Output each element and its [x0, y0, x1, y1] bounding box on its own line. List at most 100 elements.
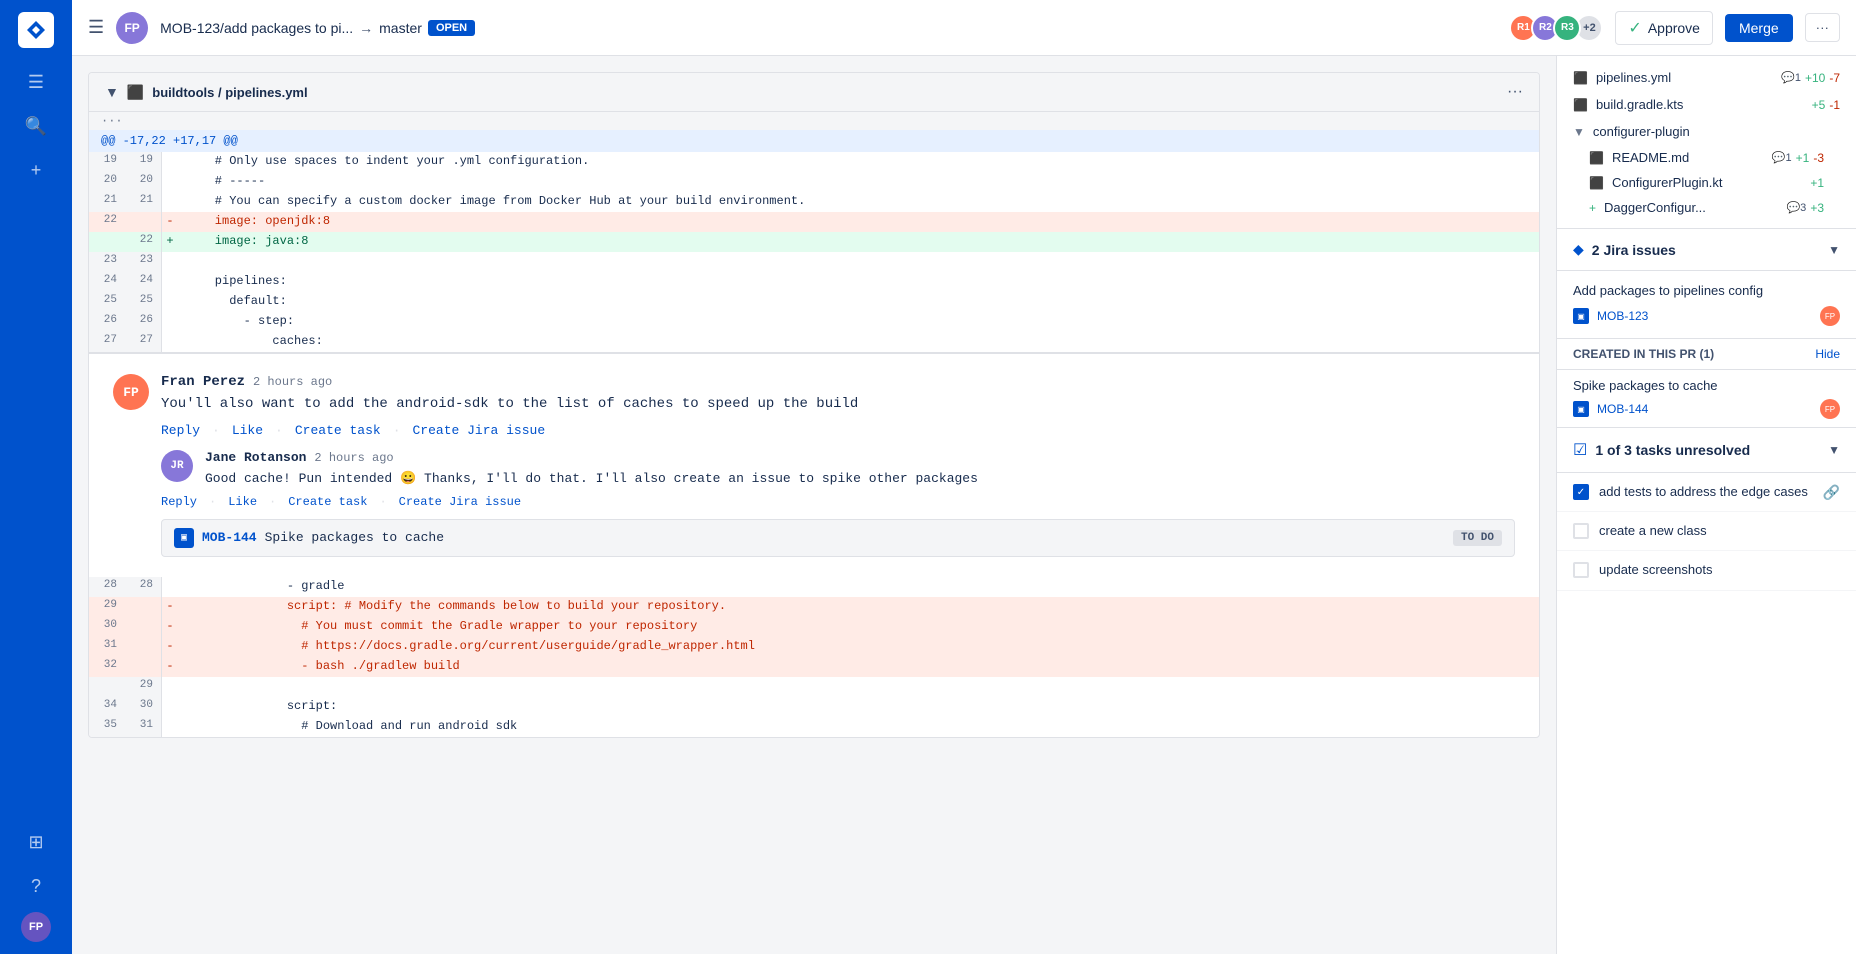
diff-line-content: script: # Modify the commands below to b… [178, 597, 1539, 617]
app-logo[interactable] [18, 12, 54, 48]
comment-text: You'll also want to add the android-sdk … [161, 394, 1515, 415]
diff-panel: ▼ ⬛ buildtools / pipelines.yml ··· ··· @… [72, 56, 1556, 954]
diff-line-content: # You must commit the Gradle wrapper to … [178, 617, 1539, 637]
menu-icon[interactable]: ☰ [18, 64, 54, 100]
reply-time: 2 hours ago [314, 451, 393, 465]
more-actions-button[interactable]: ··· [1805, 13, 1840, 42]
created-issue-row: ▣ MOB-144 FP [1573, 399, 1840, 419]
file-comment-count: 💬1 [1772, 151, 1792, 164]
subfile-item[interactable]: ⬛ README.md 💬1 +1 -3 [1557, 145, 1856, 170]
diff-line-removed: 22 - image: openjdk:8 [89, 212, 1539, 232]
comment-reply-action[interactable]: Reply [161, 423, 200, 438]
reviewer-avatar[interactable]: R3 [1553, 14, 1581, 42]
create-icon[interactable]: + [18, 152, 54, 188]
reply-body: Jane Rotanson 2 hours ago Good cache! Pu… [205, 450, 1515, 489]
diff-line-content: - gradle [178, 577, 1539, 597]
separator: · [209, 495, 216, 509]
file-path: buildtools / pipelines.yml [152, 85, 307, 100]
file-modified-icon: ⬛ [1573, 71, 1588, 85]
comment-create-jira-action[interactable]: Create Jira issue [413, 423, 546, 438]
approve-check-icon: ✓ [1628, 18, 1641, 38]
task-checkbox-3[interactable] [1573, 562, 1589, 578]
hide-link[interactable]: Hide [1815, 347, 1840, 361]
approve-button[interactable]: ✓ Approve [1615, 11, 1713, 45]
reviewer-avatars: R1 R2 R3 +2 [1509, 14, 1603, 42]
pr-source-branch[interactable]: MOB-123/add packages to pi... [160, 20, 353, 36]
diff-removed-marker: - [162, 212, 178, 232]
file-list-item[interactable]: ⬛ pipelines.yml 💬1 +10 -7 [1557, 64, 1856, 91]
reply-create-jira-action[interactable]: Create Jira issue [399, 495, 521, 509]
user-avatar[interactable]: FP [21, 912, 51, 942]
file-stats: +5 -1 [1812, 98, 1840, 112]
file-modified-icon: ⬛ [127, 84, 144, 101]
reply-create-task-action[interactable]: Create task [288, 495, 367, 509]
created-in-pr-header: CREATED IN THIS PR (1) Hide [1557, 339, 1856, 370]
diff-removed-marker: - [162, 657, 178, 677]
diff-line-content: caches: [178, 332, 1539, 352]
comment-main: FP Fran Perez 2 hours ago You'll also wa… [113, 374, 1515, 415]
search-icon[interactable]: 🔍 [18, 108, 54, 144]
task-link-icon[interactable]: 🔗 [1823, 484, 1840, 501]
collapse-icon[interactable]: ▼ [105, 84, 119, 100]
jira-created-issue-avatar: FP [1820, 399, 1840, 419]
task-checkbox-2[interactable] [1573, 523, 1589, 539]
diff-line: 1919 # Only use spaces to indent your .y… [89, 152, 1539, 172]
jira-issue-id[interactable]: MOB-123 [1597, 309, 1648, 323]
diff-line-content: pipelines: [178, 272, 1539, 292]
file-more-icon[interactable]: ··· [1507, 83, 1523, 101]
folder-item[interactable]: ▼ configurer-plugin [1557, 118, 1856, 145]
jira-issue-icon: ▣ [1573, 308, 1589, 324]
separator: · [212, 423, 220, 438]
tasks-section-header[interactable]: ☑ 1 of 3 tasks unresolved ▼ [1557, 428, 1856, 473]
help-icon[interactable]: ? [18, 868, 54, 904]
diff-file-header: ▼ ⬛ buildtools / pipelines.yml ··· [89, 73, 1539, 112]
comment-like-action[interactable]: Like [232, 423, 263, 438]
diff-line-content [178, 252, 1539, 272]
file-stats: 💬1 +10 -7 [1781, 71, 1840, 85]
jira-task-status: TO DO [1453, 530, 1502, 546]
file-name: pipelines.yml [1596, 70, 1671, 85]
reply-main: JR Jane Rotanson 2 hours ago Good cache!… [161, 450, 1515, 489]
diff-line: 2828 - gradle [89, 577, 1539, 597]
merge-button[interactable]: Merge [1725, 14, 1793, 42]
task-text-3: update screenshots [1599, 561, 1840, 579]
task-item: ✓ add tests to address the edge cases 🔗 [1557, 473, 1856, 512]
jira-issue-assignee-avatar: FP [1820, 306, 1840, 326]
pr-author-avatar: FP [116, 12, 148, 44]
jira-task-title: Spike packages to cache [265, 530, 1445, 545]
reply-like-action[interactable]: Like [228, 495, 257, 509]
diff-line-marker [162, 192, 178, 212]
diff-line-marker [162, 292, 178, 312]
jira-issue-title: Add packages to pipelines config [1573, 283, 1840, 298]
jira-issues-section-header[interactable]: ◆ 2 Jira issues ▼ [1557, 229, 1856, 271]
file-list-section: ⬛ pipelines.yml 💬1 +10 -7 ⬛ build.gradle… [1557, 56, 1856, 229]
separator: · [393, 423, 401, 438]
diff-line-content: - bash ./gradlew build [178, 657, 1539, 677]
apps-icon[interactable]: ⊞ [18, 824, 54, 860]
jira-issues-content: Add packages to pipelines config ▣ MOB-1… [1557, 271, 1856, 339]
diff-removed-marker: - [162, 637, 178, 657]
comment-create-task-action[interactable]: Create task [295, 423, 381, 438]
jira-created-issue-id[interactable]: MOB-144 [1597, 402, 1648, 416]
separator: · [275, 423, 283, 438]
diff-line: 3531 # Download and run android sdk [89, 717, 1539, 737]
pr-branch-info: MOB-123/add packages to pi... → master O… [160, 20, 475, 36]
subfile-item[interactable]: ⬛ ConfigurerPlugin.kt +1 [1557, 170, 1856, 195]
task-check-mark-icon: ✓ [1577, 487, 1585, 498]
file-list-item[interactable]: ⬛ build.gradle.kts +5 -1 [1557, 91, 1856, 118]
task-text-2: create a new class [1599, 522, 1840, 540]
topbar-menu-icon[interactable]: ☰ [88, 17, 104, 38]
jira-task-link[interactable]: ▣ MOB-144 Spike packages to cache TO DO [161, 519, 1515, 557]
subfile-item[interactable]: + DaggerConfigur... 💬3 +3 [1557, 195, 1856, 220]
created-issue: Spike packages to cache ▣ MOB-144 FP [1557, 370, 1856, 428]
diff-line: 29 [89, 677, 1539, 697]
diff-line: 3430 script: [89, 697, 1539, 717]
tasks-title: 1 of 3 tasks unresolved [1595, 442, 1820, 458]
pr-target-branch[interactable]: master [379, 20, 422, 36]
task-checkbox-1[interactable]: ✓ [1573, 484, 1589, 500]
reply-reply-action[interactable]: Reply [161, 495, 197, 509]
diff-line-content: # Download and run android sdk [178, 717, 1539, 737]
separator: · [269, 495, 276, 509]
file-modified-icon: ⬛ [1589, 151, 1604, 165]
task-item: update screenshots [1557, 551, 1856, 590]
